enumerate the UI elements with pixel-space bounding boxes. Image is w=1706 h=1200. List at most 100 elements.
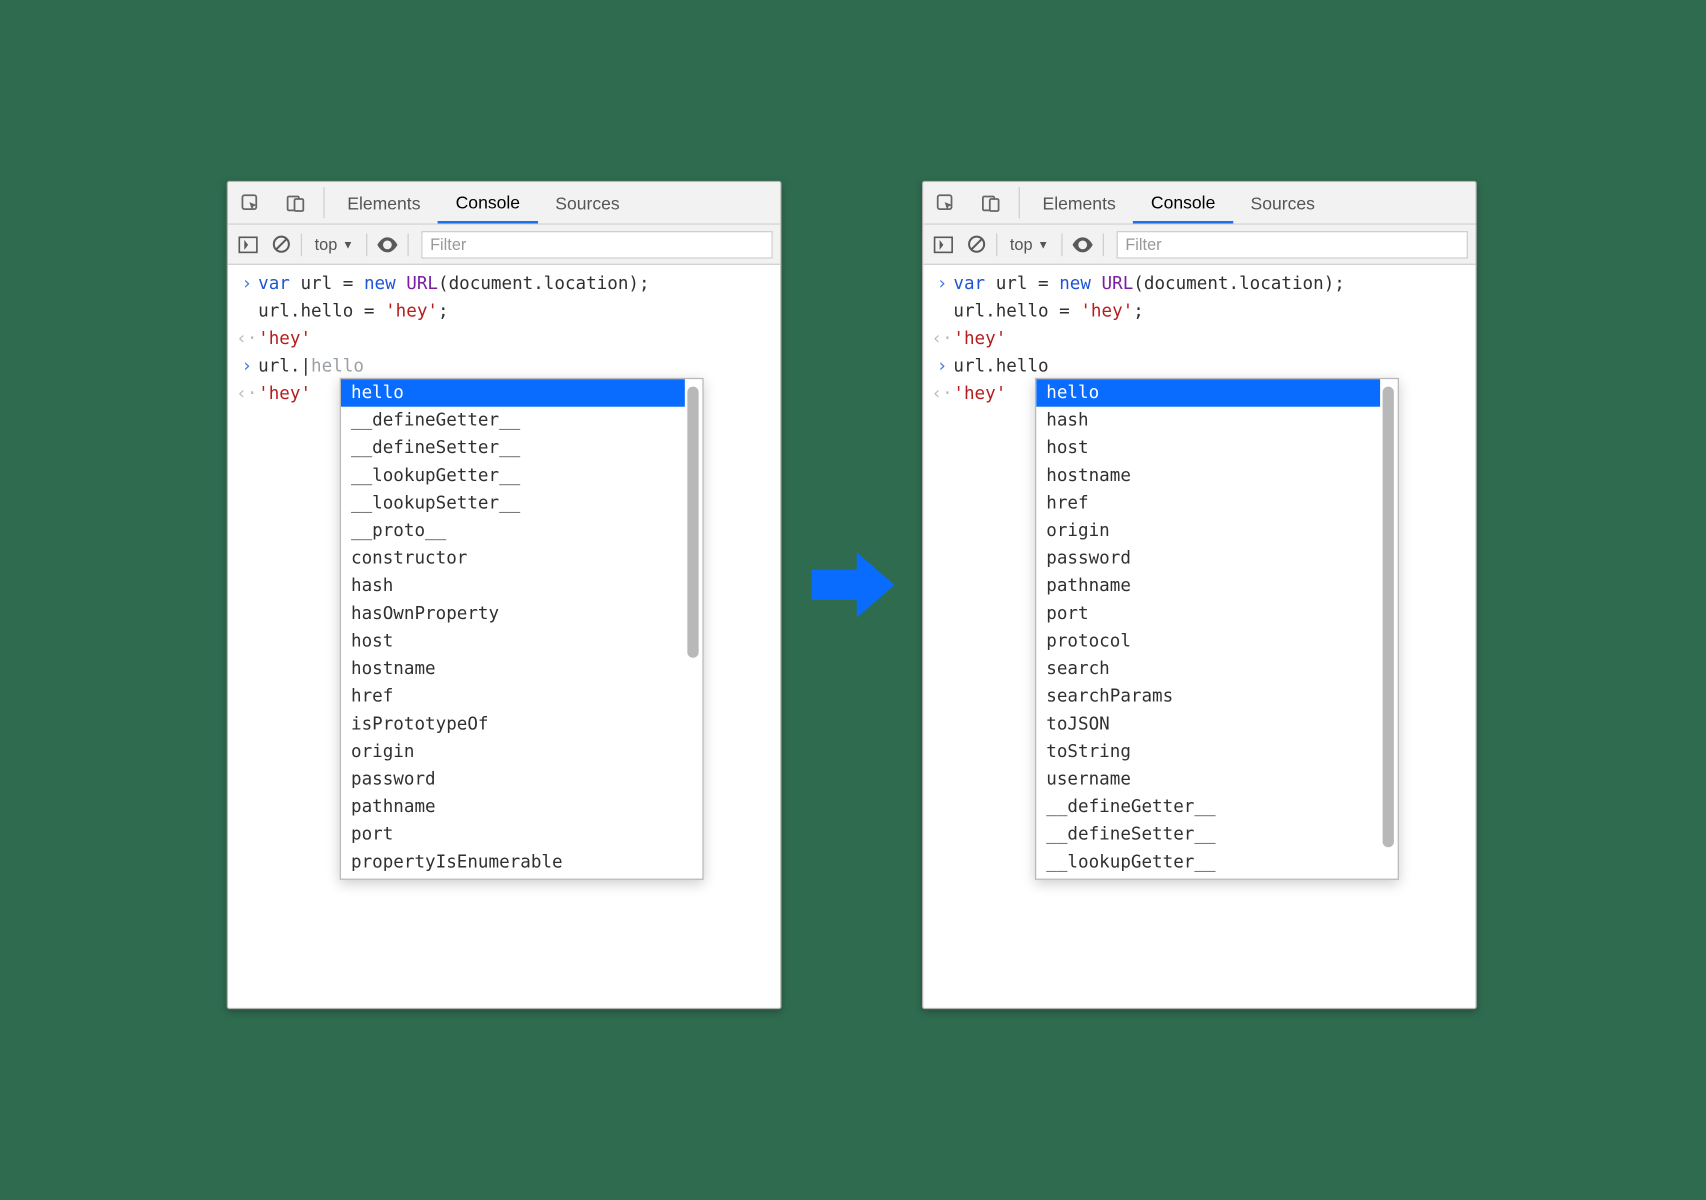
context-selector[interactable]: top ▼ xyxy=(310,235,359,254)
autocomplete-item[interactable]: origin xyxy=(341,738,685,766)
result: 'hey' xyxy=(953,325,1006,353)
autocomplete-item[interactable]: host xyxy=(1036,434,1380,462)
before-after-arrow-icon xyxy=(809,547,897,622)
tab-elements[interactable]: Elements xyxy=(1025,182,1133,223)
autocomplete-item[interactable]: hello xyxy=(341,379,685,407)
console-toolbar: top ▼ Filter xyxy=(228,225,780,265)
prompt-icon: › xyxy=(931,270,954,298)
autocomplete-item[interactable]: __lookupSetter__ xyxy=(341,490,685,518)
autocomplete-item[interactable]: href xyxy=(341,683,685,711)
scrollbar[interactable] xyxy=(687,387,698,871)
autocomplete-item[interactable]: __defineSetter__ xyxy=(1036,821,1380,849)
autocomplete-item[interactable]: isPrototypeOf xyxy=(341,710,685,738)
autocomplete-item[interactable]: hostname xyxy=(1036,462,1380,490)
sidebar-toggle-icon[interactable] xyxy=(931,232,956,257)
tab-elements[interactable]: Elements xyxy=(330,182,438,223)
sidebar-toggle-icon[interactable] xyxy=(236,232,261,257)
dropdown-triangle-icon: ▼ xyxy=(1038,238,1049,251)
console-toolbar: top ▼ Filter xyxy=(923,225,1475,265)
device-toggle-icon[interactable] xyxy=(968,182,1013,223)
autocomplete-item[interactable]: port xyxy=(341,821,685,849)
autocomplete-item[interactable]: host xyxy=(341,628,685,656)
input-row: › url.|hello xyxy=(228,353,780,381)
devtools-panel-before: Elements Console Sources top ▼ Filter xyxy=(227,181,782,1009)
output-icon: ‹· xyxy=(236,380,259,408)
autocomplete-item[interactable]: origin xyxy=(1036,517,1380,545)
result: 'hey' xyxy=(258,380,311,408)
autocomplete-list[interactable]: hellohashhosthostnamehreforiginpasswordp… xyxy=(1036,379,1397,876)
separator xyxy=(1061,233,1062,256)
autocomplete-list[interactable]: hello__defineGetter____defineSetter____l… xyxy=(341,379,702,876)
autocomplete-item[interactable]: hasOwnProperty xyxy=(341,600,685,628)
autocomplete-item[interactable]: hash xyxy=(341,572,685,600)
autocomplete-item[interactable]: searchParams xyxy=(1036,683,1380,711)
eye-icon[interactable] xyxy=(375,232,400,257)
clear-console-icon[interactable] xyxy=(963,232,988,257)
input-row: url.hello = 'hey'; xyxy=(228,298,780,326)
clear-console-icon[interactable] xyxy=(268,232,293,257)
autocomplete-item[interactable]: __proto__ xyxy=(341,517,685,545)
code-line: url.|hello xyxy=(258,353,364,381)
autocomplete-item[interactable]: hash xyxy=(1036,407,1380,435)
dropdown-triangle-icon: ▼ xyxy=(342,238,353,251)
result: 'hey' xyxy=(258,325,311,353)
autocomplete-item[interactable]: propertyIsEnumerable xyxy=(341,848,685,876)
tab-sources[interactable]: Sources xyxy=(538,182,638,223)
output-row: ‹· 'hey' xyxy=(923,325,1475,353)
prompt-icon: › xyxy=(236,270,259,298)
autocomplete-item[interactable]: __defineSetter__ xyxy=(341,434,685,462)
console-body[interactable]: › var url = new URL(document.location); … xyxy=(228,265,780,408)
input-row: › var url = new URL(document.location); xyxy=(923,270,1475,298)
tab-console[interactable]: Console xyxy=(1133,182,1233,223)
device-toggle-icon[interactable] xyxy=(273,182,318,223)
filter-placeholder: Filter xyxy=(430,235,466,254)
tab-console[interactable]: Console xyxy=(438,182,538,223)
separator xyxy=(1019,187,1020,218)
autocomplete-item[interactable]: username xyxy=(1036,766,1380,794)
scrollbar-thumb[interactable] xyxy=(1383,387,1394,847)
autocomplete-item[interactable]: __lookupGetter__ xyxy=(341,462,685,490)
autocomplete-item[interactable]: pathname xyxy=(1036,572,1380,600)
autocomplete-item[interactable]: __defineGetter__ xyxy=(341,407,685,435)
context-label: top xyxy=(1010,235,1033,254)
prompt-icon: › xyxy=(236,353,259,381)
autocomplete-popup: hello__defineGetter____defineSetter____l… xyxy=(340,378,704,880)
autocomplete-item[interactable]: toString xyxy=(1036,738,1380,766)
autocomplete-item[interactable]: __defineGetter__ xyxy=(1036,793,1380,821)
inspect-icon[interactable] xyxy=(228,182,273,223)
input-row: › url.hello xyxy=(923,353,1475,381)
autocomplete-item[interactable]: constructor xyxy=(341,545,685,573)
autocomplete-item[interactable]: password xyxy=(1036,545,1380,573)
code-line: url.hello = 'hey'; xyxy=(258,298,448,326)
scrollbar[interactable] xyxy=(1383,387,1394,871)
context-label: top xyxy=(315,235,338,254)
scrollbar-thumb[interactable] xyxy=(687,387,698,658)
autocomplete-item[interactable]: pathname xyxy=(341,793,685,821)
console-body[interactable]: › var url = new URL(document.location); … xyxy=(923,265,1475,408)
prompt-icon: › xyxy=(931,353,954,381)
autocomplete-item[interactable]: href xyxy=(1036,490,1380,518)
context-selector[interactable]: top ▼ xyxy=(1005,235,1054,254)
autocomplete-item[interactable]: __lookupGetter__ xyxy=(1036,848,1380,876)
autocomplete-item[interactable]: port xyxy=(1036,600,1380,628)
autocomplete-item[interactable]: protocol xyxy=(1036,628,1380,656)
output-icon: ‹· xyxy=(931,325,954,353)
autocomplete-item[interactable]: search xyxy=(1036,655,1380,683)
tab-sources[interactable]: Sources xyxy=(1233,182,1333,223)
filter-input[interactable]: Filter xyxy=(1117,230,1468,258)
separator xyxy=(301,233,302,256)
autocomplete-item[interactable]: hello xyxy=(1036,379,1380,407)
eye-icon[interactable] xyxy=(1070,232,1095,257)
code-line: var url = new URL(document.location); xyxy=(258,270,649,298)
code-line: url.hello xyxy=(953,353,1048,381)
tab-bar: Elements Console Sources xyxy=(228,182,780,225)
autocomplete-item[interactable]: password xyxy=(341,766,685,794)
autocomplete-item[interactable]: toJSON xyxy=(1036,710,1380,738)
filter-input[interactable]: Filter xyxy=(421,230,772,258)
inspect-icon[interactable] xyxy=(923,182,968,223)
input-row: › var url = new URL(document.location); xyxy=(228,270,780,298)
separator xyxy=(996,233,997,256)
autocomplete-item[interactable]: hostname xyxy=(341,655,685,683)
devtools-panel-after: Elements Console Sources top ▼ Filter xyxy=(922,181,1477,1009)
tab-bar: Elements Console Sources xyxy=(923,182,1475,225)
